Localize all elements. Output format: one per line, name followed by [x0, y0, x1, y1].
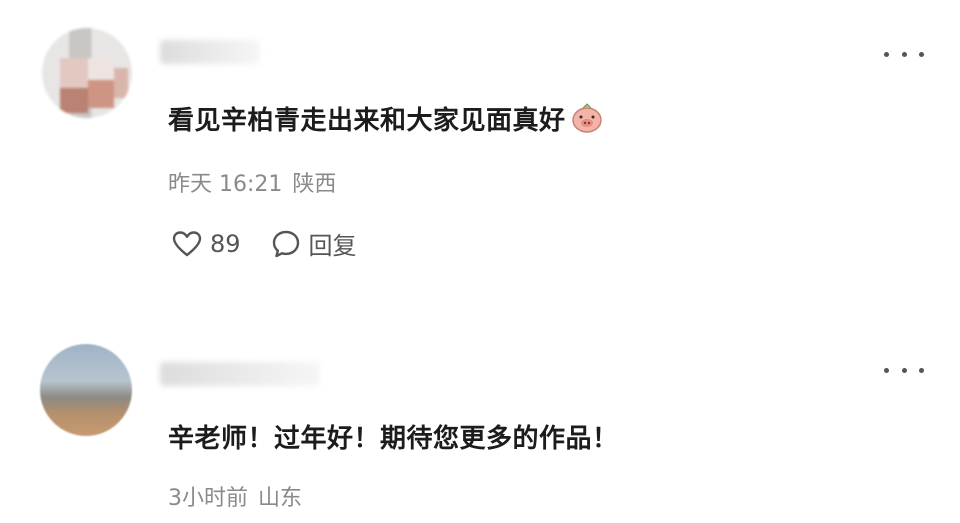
comment-item: 看见辛柏青走出来和大家见面真好 昨天 16:21 陕西 89 回复 [0, 0, 960, 300]
comment-time: 昨天 16:21 [168, 172, 283, 197]
pig-face-emoji-icon [570, 101, 604, 142]
more-dots-icon [901, 367, 907, 373]
username-blurred[interactable] [160, 40, 260, 64]
avatar-mosaic-block [88, 58, 114, 80]
comment-meta: 3小时前 山东 [168, 480, 302, 512]
comment-actions: 89 回复 [172, 226, 357, 261]
comment-meta: 昨天 16:21 陕西 [168, 166, 336, 198]
more-dots-icon [901, 51, 907, 57]
speech-bubble-icon [272, 230, 299, 257]
more-dots-icon [884, 367, 889, 373]
like-count: 89 [210, 229, 241, 258]
comment-item: 辛老师！过年好！期待您更多的作品！ 3小时前 山东 [0, 300, 960, 523]
avatar[interactable] [42, 28, 132, 118]
username-blurred[interactable] [160, 362, 320, 386]
more-dots-icon [919, 367, 924, 373]
avatar-mosaic-block [114, 68, 128, 98]
more-options-button[interactable] [884, 360, 924, 380]
reply-button[interactable]: 回复 [271, 226, 357, 261]
comment-location: 陕西 [292, 172, 337, 197]
more-dots-icon [919, 51, 924, 57]
comment-text: 看见辛柏青走出来和大家见面真好 [168, 100, 604, 142]
comment-text: 辛老师！过年好！期待您更多的作品！ [168, 424, 619, 454]
comment-time: 3小时前 [168, 486, 248, 511]
avatar-mosaic-block [60, 58, 88, 88]
comment-location: 山东 [258, 486, 303, 511]
like-button[interactable]: 89 [172, 230, 241, 258]
more-options-button[interactable] [884, 44, 924, 64]
comment-text-content: 看见辛柏青走出来和大家见面真好 [168, 106, 566, 136]
heart-icon [172, 230, 202, 256]
avatar[interactable] [40, 344, 132, 436]
avatar-mosaic-block [60, 88, 88, 113]
avatar-mosaic-block [88, 80, 114, 108]
reply-label: 回复 [308, 232, 357, 260]
more-dots-icon [884, 51, 889, 57]
